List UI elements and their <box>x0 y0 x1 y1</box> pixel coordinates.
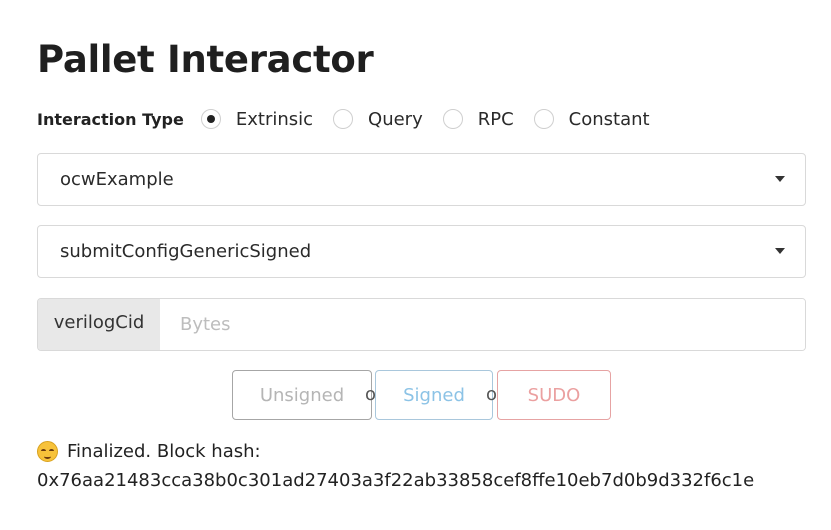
radio-rpc[interactable]: RPC <box>442 109 514 130</box>
radio-extrinsic-checked-icon[interactable] <box>200 109 221 129</box>
radio-constant-unchecked-icon[interactable] <box>533 109 554 129</box>
radio-constant[interactable]: Constant <box>533 109 650 130</box>
sudo-button[interactable]: SUDO <box>497 370 611 420</box>
signed-button[interactable]: Signed <box>375 370 493 420</box>
radio-extrinsic[interactable]: Extrinsic <box>200 109 313 130</box>
call-dropdown[interactable]: submitConfigGenericSigned <box>37 225 806 278</box>
radio-rpc-label[interactable]: RPC <box>478 109 514 130</box>
pallet-dropdown-value: ocwExample <box>60 169 174 190</box>
radio-extrinsic-label[interactable]: Extrinsic <box>236 109 313 130</box>
param-field-verilogcid: verilogCid <box>37 298 806 351</box>
radio-query[interactable]: Query <box>333 109 423 130</box>
page-title: Pallet Interactor <box>37 38 374 81</box>
radio-query-unchecked-icon[interactable] <box>333 109 354 129</box>
radio-rpc-unchecked-icon[interactable] <box>442 109 463 129</box>
radio-query-label[interactable]: Query <box>368 109 423 130</box>
interaction-type-label: Interaction Type <box>37 109 184 129</box>
status-text: Finalized. Block hash: <box>67 441 261 462</box>
grinning-sweat-emoji-icon <box>37 441 58 462</box>
param-label: verilogCid <box>38 299 160 350</box>
radio-constant-label[interactable]: Constant <box>569 109 650 130</box>
verilogcid-input[interactable] <box>160 299 805 350</box>
caret-down-icon <box>775 176 785 182</box>
call-dropdown-value: submitConfigGenericSigned <box>60 241 312 262</box>
interaction-type-group: Interaction Type Extrinsic Query RPC Con… <box>37 104 670 134</box>
caret-down-icon <box>775 248 785 254</box>
status-message: Finalized. Block hash: <box>37 441 261 462</box>
unsigned-button[interactable]: Unsigned <box>232 370 372 420</box>
pallet-dropdown[interactable]: ocwExample <box>37 153 806 206</box>
block-hash: 0x76aa21483cca38b0c301ad27403a3f22ab3385… <box>37 470 755 491</box>
